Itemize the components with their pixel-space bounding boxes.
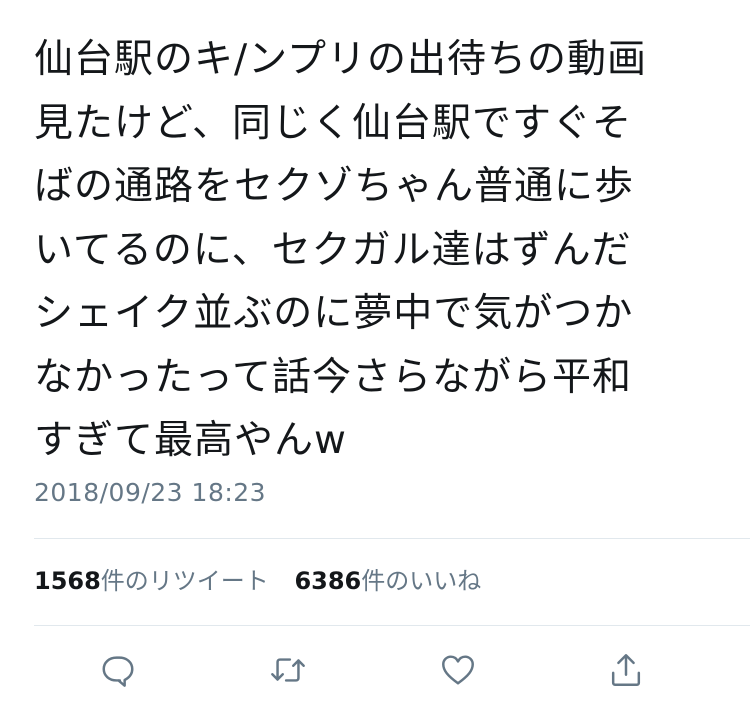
tweet-line: シェイク並ぶのに夢中で気がつか: [34, 291, 634, 336]
retweet-label: 件のリツイート: [100, 567, 269, 595]
like-button[interactable]: [436, 648, 480, 692]
retweet-count: 1568: [34, 567, 101, 595]
tweet-actions: [0, 648, 750, 694]
tweet-stats: 1568件のリツイート 6386件のいいね: [34, 561, 499, 596]
like-stat[interactable]: 6386件のいいね: [294, 567, 481, 595]
like-icon: [442, 655, 474, 685]
tweet-line: 仙台駅のキ/ンプリの出待ちの動画: [34, 37, 647, 82]
reply-icon: [102, 656, 134, 687]
tweet-line: いてるのに、セクガル達はずんだ: [34, 227, 632, 273]
retweet-button[interactable]: [266, 648, 310, 692]
tweet-line: 見たけど、同じく仙台駅ですぐそ: [34, 100, 633, 146]
divider: [34, 625, 750, 626]
share-icon: [611, 654, 641, 686]
tweet-line: すぎて最高やんw: [34, 418, 347, 463]
tweet-line: なかったって話今さらながら平和: [34, 354, 633, 400]
like-count: 6386: [294, 567, 362, 595]
share-button[interactable]: [604, 648, 648, 692]
tweet-line: ばの通路をセクゾちゃん普通に歩: [34, 164, 635, 209]
like-label: 件のいいね: [361, 567, 482, 595]
divider: [34, 538, 750, 539]
tweet-timestamp[interactable]: 2018/09/23 18:23: [34, 478, 266, 507]
retweet-stat[interactable]: 1568件のリツイート: [34, 567, 269, 595]
tweet-text: 仙台駅のキ/ンプリの出待ちの動画 見たけど、同じく仙台駅ですぐそ ばの通路をセク…: [34, 28, 724, 473]
retweet-icon: [271, 658, 305, 682]
reply-button[interactable]: [96, 648, 140, 692]
